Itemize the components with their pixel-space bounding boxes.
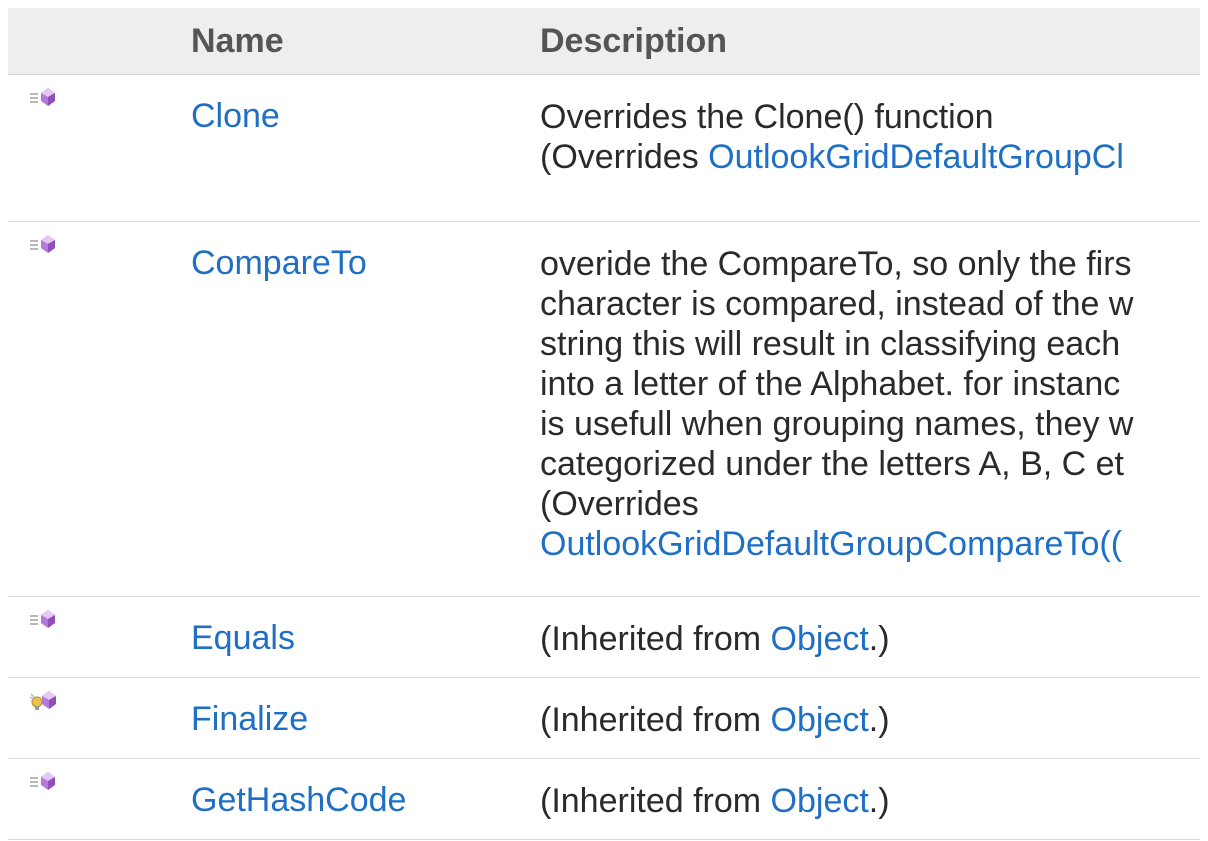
table-header: Name Description [8, 8, 1200, 75]
overrides-link[interactable]: OutlookGridDefaultGroupCompareTo(( [540, 524, 1200, 564]
public-method-icon [28, 85, 68, 111]
member-description: (Inherited from Object.) [540, 701, 890, 739]
column-header-name: Name [191, 22, 284, 60]
column-header-description: Description [540, 22, 728, 60]
table-row: Clone Overrides the Clone() function (Ov… [8, 75, 1200, 222]
overrides-link[interactable]: OutlookGridDefaultGroupCl [708, 138, 1124, 176]
member-link-compareto[interactable]: CompareTo [191, 244, 367, 283]
member-link-finalize[interactable]: Finalize [191, 700, 308, 739]
member-link-clone[interactable]: Clone [191, 97, 280, 136]
table-row: GetHashCode (Inherited from Object.) [8, 759, 1200, 840]
protected-method-icon [28, 688, 68, 714]
public-method-icon [28, 769, 68, 795]
member-link-gethashcode[interactable]: GetHashCode [191, 781, 406, 820]
member-description: Overrides the Clone() function (Override… [540, 98, 1124, 176]
table-row: CompareTo overide the CompareTo, so only… [8, 222, 1200, 597]
table-row: Finalize (Inherited from Object.) [8, 678, 1200, 759]
public-method-icon [28, 607, 68, 633]
public-method-icon [28, 232, 68, 258]
object-link[interactable]: Object [771, 620, 869, 658]
object-link[interactable]: Object [771, 782, 869, 820]
member-link-equals[interactable]: Equals [191, 619, 295, 658]
members-table: Name Description Clone Overrides the Clo… [8, 8, 1200, 841]
member-description: (Inherited from Object.) [540, 620, 890, 658]
member-description: overide the CompareTo, so only the firs … [540, 244, 1200, 564]
object-link[interactable]: Object [771, 701, 869, 739]
member-description: (Inherited from Object.) [540, 782, 890, 820]
table-row: Equals (Inherited from Object.) [8, 597, 1200, 678]
